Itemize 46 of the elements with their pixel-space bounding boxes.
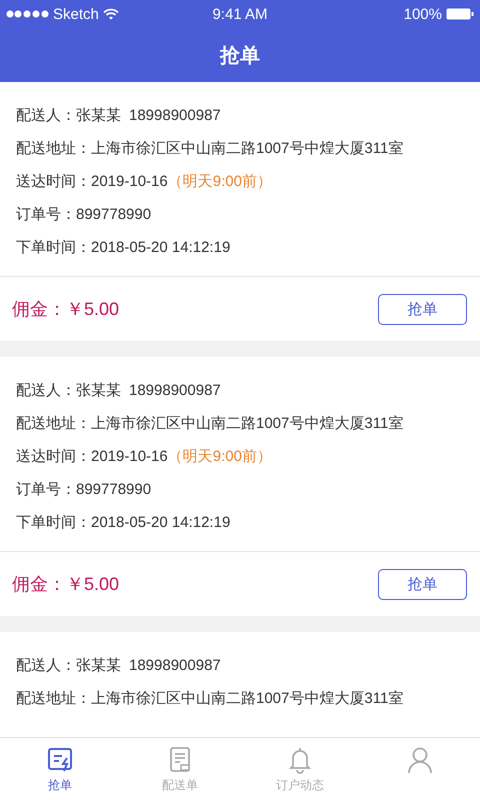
- field-value: 2019-10-16: [91, 448, 168, 465]
- field-value: 张某某: [76, 106, 121, 125]
- field-value: 张某某: [76, 381, 121, 400]
- bell-icon: [286, 746, 314, 774]
- field-label: 配送人：: [16, 381, 76, 400]
- grab-order-button[interactable]: 抢单: [378, 568, 467, 600]
- phone-number: 18998900987: [129, 382, 221, 399]
- person-icon: [406, 746, 434, 774]
- grab-order-button[interactable]: 抢单: [378, 294, 467, 324]
- commission-label: 佣金：: [12, 298, 66, 321]
- field-value: 899778990: [76, 481, 152, 498]
- signal-icon: [6, 10, 49, 18]
- field-label: 配送人：: [16, 106, 76, 125]
- field-value: 2019-10-16: [91, 173, 168, 190]
- field-value: 2018-05-20 14:12:19: [91, 239, 230, 256]
- field-label: 下单时间：: [16, 238, 91, 257]
- carrier-name: Sketch: [53, 6, 99, 22]
- field-value: 2018-05-20 14:12:19: [91, 514, 230, 531]
- field-value: 上海市徐汇区中山南二路1007号中煌大厦311室: [91, 689, 404, 708]
- field-value: 899778990: [76, 206, 152, 223]
- field-label: 配送人：: [16, 656, 76, 675]
- wifi-icon: [102, 8, 119, 20]
- delivery-note: （明天9:00前）: [168, 172, 272, 191]
- field-label: 送达时间：: [16, 172, 91, 191]
- status-time: 9:41 AM: [212, 6, 268, 22]
- field-label: 订单号：: [16, 480, 76, 499]
- field-label: 配送地址：: [16, 139, 91, 158]
- phone-number: 18998900987: [129, 657, 221, 674]
- tab[interactable]: 抢单: [0, 738, 120, 800]
- field-value: 张某某: [76, 656, 121, 675]
- field-label: 配送地址：: [16, 414, 91, 433]
- battery-percent: 100%: [404, 6, 442, 22]
- field-label: 送达时间：: [16, 447, 91, 466]
- field-value: 上海市徐汇区中山南二路1007号中煌大厦311室: [91, 139, 404, 158]
- field-label: 配送地址：: [16, 689, 91, 708]
- battery-icon: [446, 8, 474, 20]
- delivery-note: （明天9:00前）: [168, 447, 272, 466]
- page-title: 抢单: [220, 44, 260, 68]
- commission-amount: ￥5.00: [66, 573, 120, 596]
- field-value: 上海市徐汇区中山南二路1007号中煌大厦311室: [91, 414, 404, 433]
- edit-bolt-icon: [46, 746, 74, 774]
- commission-label: 佣金：: [12, 573, 66, 596]
- field-label: 订单号：: [16, 205, 76, 224]
- phone-number: 18998900987: [129, 107, 221, 124]
- field-label: 下单时间：: [16, 513, 91, 532]
- commission-amount: ￥5.00: [66, 298, 120, 321]
